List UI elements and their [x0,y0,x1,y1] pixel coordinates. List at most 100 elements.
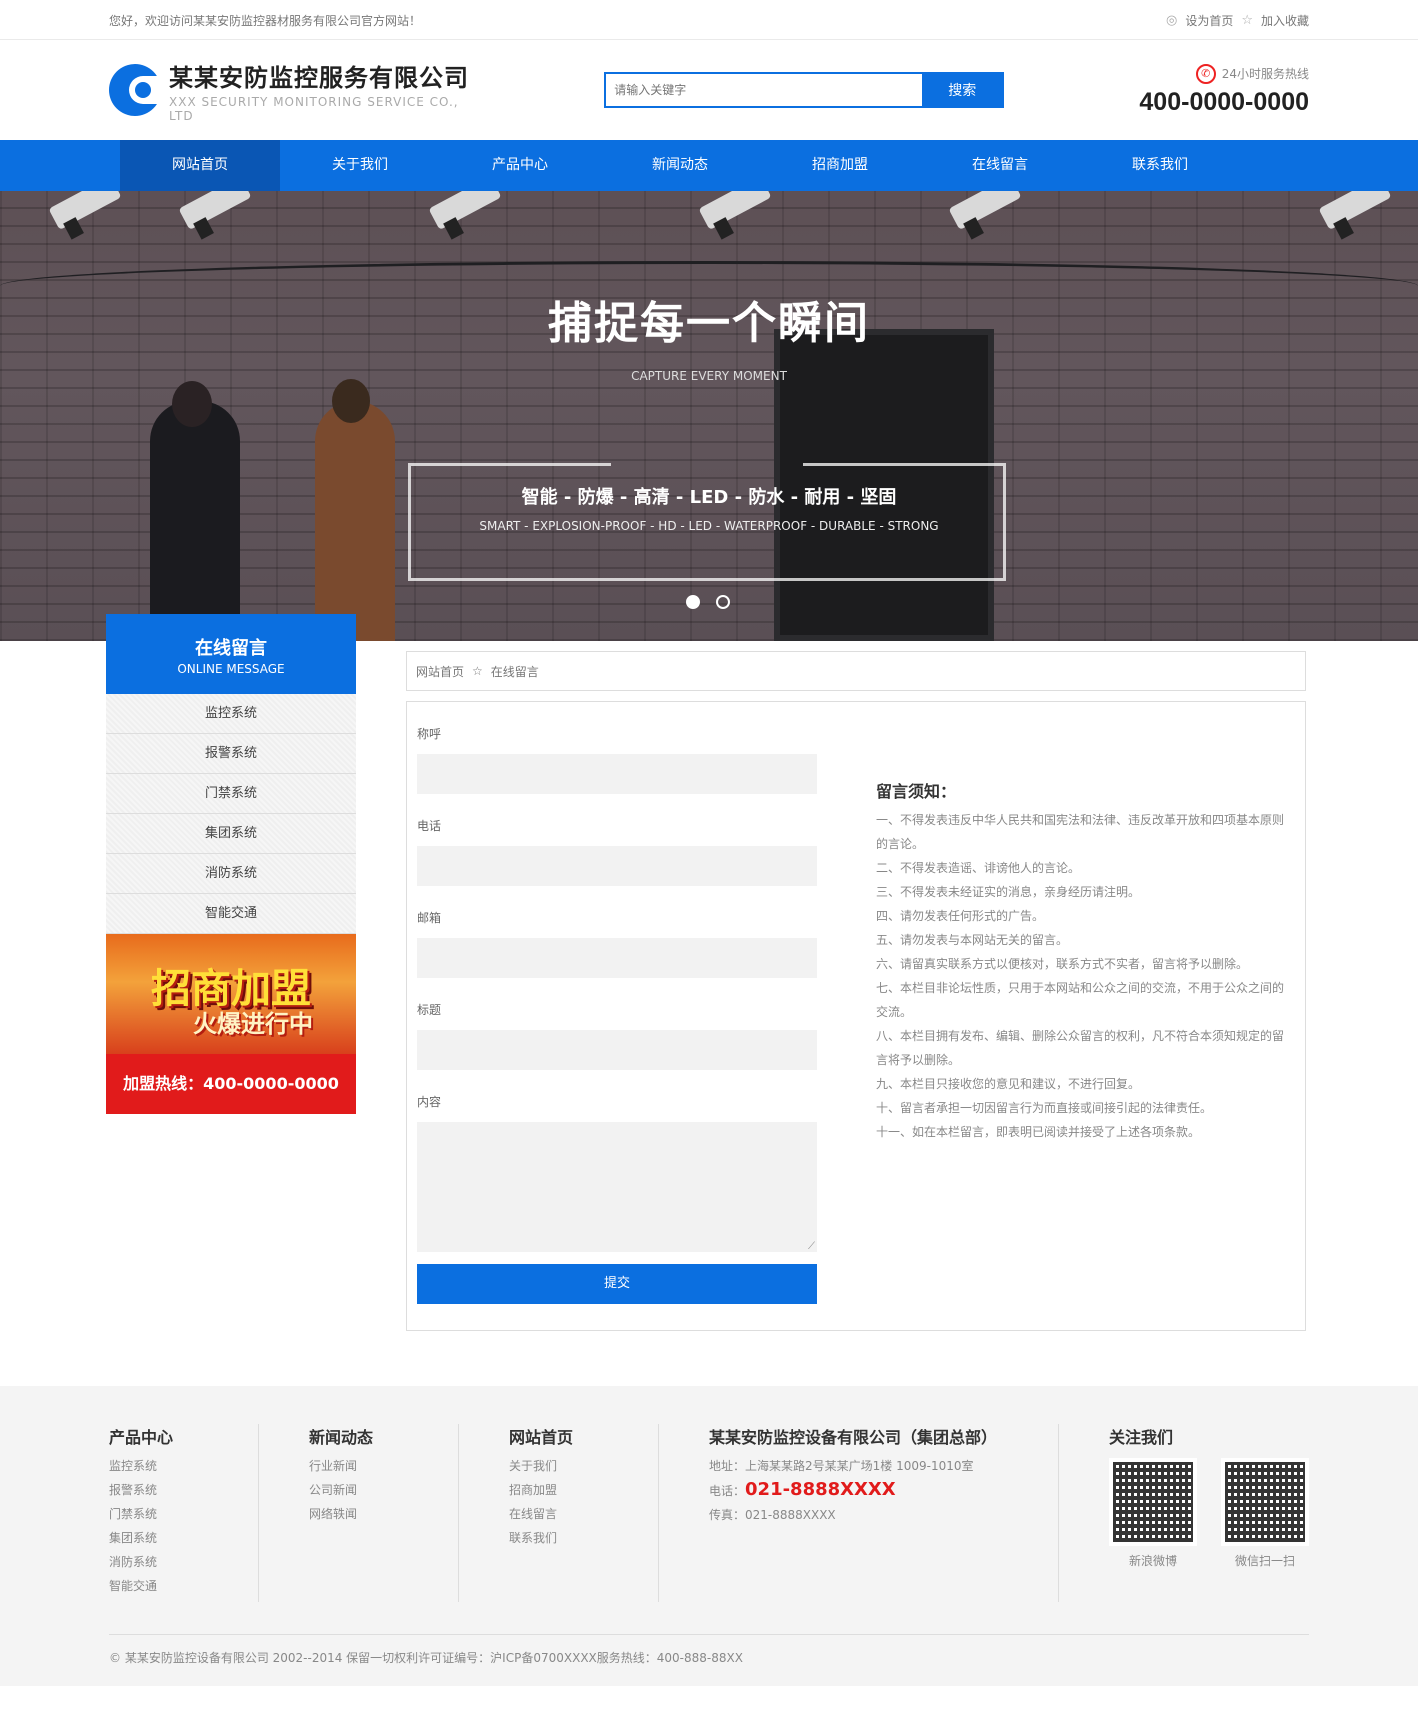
search-button[interactable]: 搜索 [922,74,1003,106]
footer-link[interactable]: 监控系统 [109,1454,258,1478]
message-panel: 称呼 电话 邮箱 标题 内容 提交 留言须知： 一、不得发表违反中华人民共和国宪… [406,701,1306,1331]
star-icon: ☆ [1241,12,1253,28]
submit-button[interactable]: 提交 [417,1264,817,1304]
footer-link[interactable]: 网络轶闻 [309,1502,458,1526]
company-name-en: XXX SECURITY MONITORING SERVICE CO., LTD [169,94,459,123]
weibo-qr-label: 新浪微博 [1128,1554,1177,1568]
company-name: 某某安防监控服务有限公司 [169,63,469,92]
slider-dot-1[interactable] [686,595,700,609]
footer-link[interactable]: 在线留言 [509,1502,658,1526]
hero-banner[interactable]: 捕捉每一个瞬间 CAPTURE EVERY MOMENT 智能 - 防爆 - 高… [0,191,1418,641]
content-textarea[interactable] [417,1122,817,1252]
footer-follow: 关注我们 新浪微博 微信扫一扫 [1059,1424,1309,1602]
title-label: 标题 [417,1003,442,1017]
weibo-qr: 新浪微博 [1109,1458,1197,1569]
footer-link[interactable]: 招商加盟 [509,1478,658,1502]
footer-link[interactable]: 智能交通 [109,1574,258,1598]
footer-fax: 传真：021-8888XXXX [709,1508,836,1522]
footer-link[interactable]: 公司新闻 [309,1478,458,1502]
email-field[interactable] [417,938,817,978]
footer-phone-label: 电话： [709,1484,746,1498]
logo-icon [109,64,161,116]
email-label: 邮箱 [417,911,442,925]
phone-field[interactable] [417,846,817,886]
phone-label: 电话 [417,819,442,833]
content-label: 内容 [417,1095,442,1109]
breadcrumb: 网站首页 ☆ 在线留言 [406,651,1306,691]
footer-follow-title: 关注我们 [1109,1428,1174,1447]
footer-phone: 021-8888XXXX [745,1479,896,1500]
breadcrumb-current: 在线留言 [490,664,539,679]
banner-headline: 捕捉每一个瞬间 [548,298,870,349]
slider-dots [686,595,730,609]
footer-link[interactable]: 集团系统 [109,1526,258,1550]
promo-subline: 火爆进行中 [193,1010,313,1038]
qr-code-icon [1113,1462,1193,1542]
sidebar-title-en: ONLINE MESSAGE [177,662,285,676]
search-input[interactable] [606,74,923,106]
sidebar-item-alarm[interactable]: 报警系统 [106,734,356,774]
banner-features-en: SMART - EXPLOSION-PROOF - HD - LED - WAT… [479,519,939,533]
footer-products: 产品中心 监控系统 报警系统 门禁系统 集团系统 消防系统 智能交通 [109,1424,259,1602]
sidebar-item-traffic[interactable]: 智能交通 [106,894,356,934]
nav-about[interactable]: 关于我们 [280,140,440,191]
person-head [172,381,212,427]
nav-message[interactable]: 在线留言 [920,140,1080,191]
notice-item: 五、请勿发表与本网站无关的留言。 [876,933,1069,947]
title-field[interactable] [417,1030,817,1070]
name-field[interactable] [417,754,817,794]
footer-address: 地址：上海某某路2号某某广场1楼 1009-1010室 [709,1459,974,1473]
nav-home[interactable]: 网站首页 [120,140,280,191]
banner-features: 智能 - 防爆 - 高清 - LED - 防水 - 耐用 - 坚固 [521,487,897,508]
sidebar-title: 在线留言 ONLINE MESSAGE [106,614,356,694]
breadcrumb-home[interactable]: 网站首页 [416,663,464,680]
footer-link[interactable]: 联系我们 [509,1526,658,1550]
main-nav: 网站首页 关于我们 产品中心 新闻动态 招商加盟 在线留言 联系我们 [0,140,1418,191]
wechat-qr: 微信扫一扫 [1221,1458,1309,1569]
notice-title: 留言须知： [876,782,957,801]
set-home-link[interactable]: 设为首页 [1185,12,1233,29]
search-bar: 搜索 [604,72,1005,108]
footer-link[interactable]: 门禁系统 [109,1502,258,1526]
copyright: © 某某安防监控设备有限公司 2002--2014 保留一切权利许可证编号：沪I… [109,1634,1309,1666]
notice-item: 六、请留真实联系方式以便核对，联系方式不实者，留言将予以删除。 [876,957,1249,971]
nav-franchise[interactable]: 招商加盟 [760,140,920,191]
hotline-label: 24小时服务热线 [1221,67,1309,81]
sidebar: 在线留言 ONLINE MESSAGE 监控系统 报警系统 门禁系统 集团系统 … [106,614,356,1114]
notice-item: 九、本栏目只接收您的意见和建议，不进行回复。 [876,1077,1141,1091]
message-form: 称呼 电话 邮箱 标题 内容 提交 [417,722,817,1304]
footer-link[interactable]: 报警系统 [109,1478,258,1502]
notice-item: 七、本栏目非论坛性质，只用于本网站和公众之间的交流，不用于公众之间的交流。 [876,981,1285,1019]
notice-item: 四、请勿发表任何形式的广告。 [876,909,1045,923]
nav-contact[interactable]: 联系我们 [1080,140,1240,191]
top-bar: 您好，欢迎访问某某安防监控器材服务有限公司官方网站！ ◎ 设为首页 ☆ 加入收藏 [0,0,1418,40]
wechat-qr-label: 微信扫一扫 [1234,1554,1295,1568]
sidebar-item-fire[interactable]: 消防系统 [106,854,356,894]
notice-item: 二、不得发表造谣、诽谤他人的言论。 [876,861,1081,875]
footer-home: 网站首页 关于我们 招商加盟 在线留言 联系我们 [459,1424,659,1602]
nav-products[interactable]: 产品中心 [440,140,600,191]
hotline-number: 400-0000-0000 [1139,87,1309,116]
franchise-promo-banner[interactable]: 招商加盟 火爆进行中 [106,934,356,1054]
message-notice: 留言须知： 一、不得发表违反中华人民共和国宪法和法律、违反改革开放和四项基本原则… [876,778,1286,1144]
nav-news[interactable]: 新闻动态 [600,140,760,191]
star-icon: ☆ [472,664,483,678]
footer-link[interactable]: 消防系统 [109,1550,258,1574]
notice-item: 三、不得发表未经证实的消息，亲身经历请注明。 [876,885,1141,899]
franchise-hotline: 加盟热线：400-0000-0000 [106,1054,356,1114]
sidebar-item-monitoring[interactable]: 监控系统 [106,694,356,734]
sidebar-item-access[interactable]: 门禁系统 [106,774,356,814]
footer-company-info: 某某安防监控设备有限公司（集团总部） 地址：上海某某路2号某某广场1楼 1009… [659,1424,1059,1602]
footer-link[interactable]: 关于我们 [509,1454,658,1478]
sidebar-title-cn: 在线留言 [195,638,267,659]
logo[interactable]: 某某安防监控服务有限公司 XXX SECURITY MONITORING SER… [109,58,469,123]
add-favorite-link[interactable]: 加入收藏 [1261,12,1309,29]
footer-link[interactable]: 行业新闻 [309,1454,458,1478]
footer-news: 新闻动态 行业新闻 公司新闻 网络轶闻 [259,1424,459,1602]
notice-item: 八、本栏目拥有发布、编辑、删除公众留言的权利，凡不符合本须知规定的留言将予以删除… [876,1029,1285,1067]
banner-slogan: 捕捉每一个瞬间 CAPTURE EVERY MOMENT 智能 - 防爆 - 高… [0,287,1418,581]
slider-dot-2[interactable] [716,595,730,609]
main-content: 在线留言 ONLINE MESSAGE 监控系统 报警系统 门禁系统 集团系统 … [0,614,1418,1386]
sidebar-item-group[interactable]: 集团系统 [106,814,356,854]
footer-col-title: 网站首页 [509,1428,574,1447]
